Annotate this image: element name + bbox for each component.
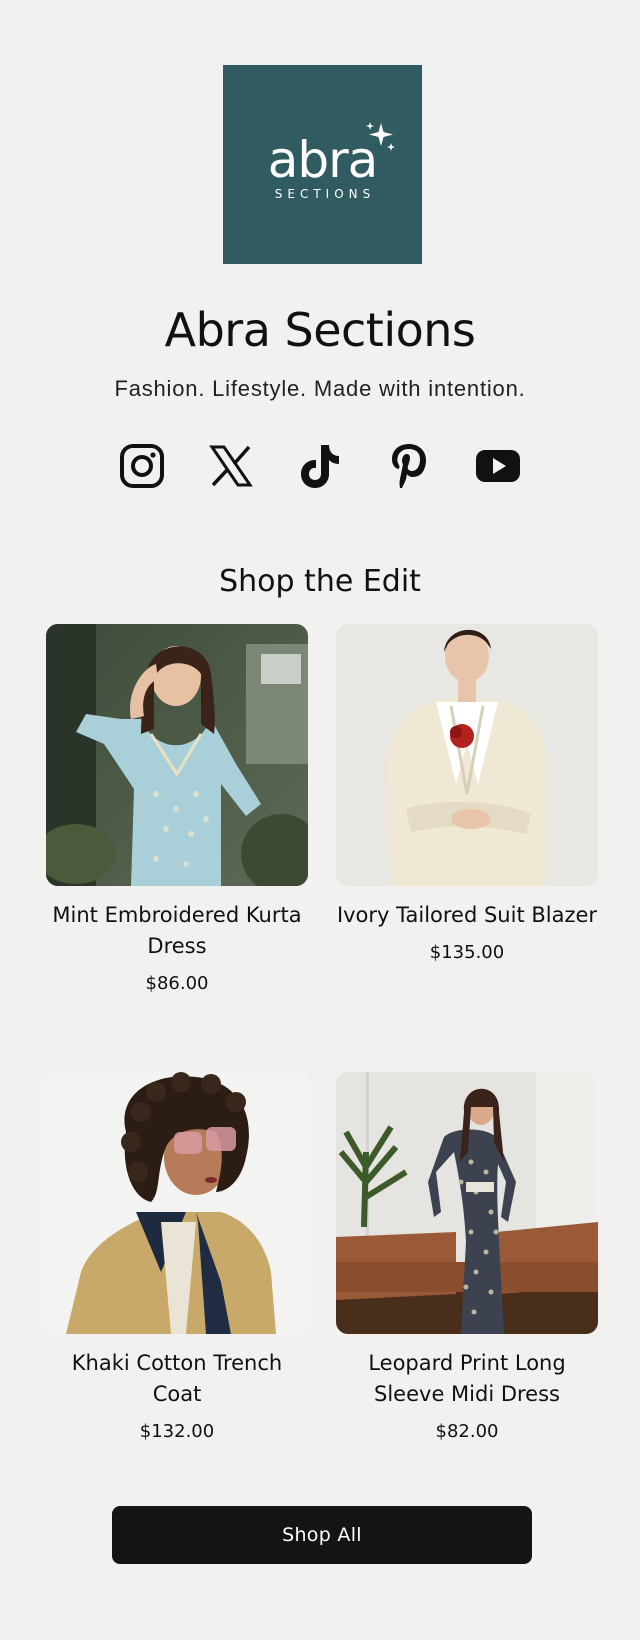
sparkle-icon: [366, 121, 396, 151]
product-photo-kurta: [46, 624, 308, 886]
youtube-icon: [476, 450, 520, 482]
product-name[interactable]: Khaki Cotton Trench Coat: [46, 1348, 308, 1410]
shop-all-button[interactable]: Shop All: [112, 1506, 532, 1564]
instagram-icon: [120, 444, 164, 488]
product-image[interactable]: [46, 624, 308, 886]
tiktok-icon: [301, 445, 339, 488]
product-price: $82.00: [435, 1421, 499, 1442]
product-photo-trench: [46, 1072, 308, 1334]
product-name[interactable]: Mint Embroidered Kurta Dress: [46, 900, 308, 962]
youtube-link[interactable]: [454, 440, 543, 492]
section-title: Shop the Edit: [219, 564, 421, 599]
brand-title: Abra Sections: [164, 303, 476, 357]
product-photo-leopard-dress: [336, 1072, 598, 1334]
product-name[interactable]: Leopard Print Long Sleeve Midi Dress: [336, 1348, 598, 1410]
product-price: $86.00: [145, 973, 209, 994]
pinterest-link[interactable]: [365, 440, 454, 492]
x-icon: [209, 445, 253, 487]
product-card[interactable]: Leopard Print Long Sleeve Midi Dress $82…: [336, 1072, 598, 1444]
pinterest-icon: [392, 444, 426, 488]
brand-tagline: Fashion. Lifestyle. Made with intention.: [114, 376, 526, 401]
tiktok-link[interactable]: [276, 440, 365, 492]
product-card[interactable]: Ivory Tailored Suit Blazer $135.00: [336, 624, 598, 965]
product-price: $135.00: [429, 942, 505, 963]
instagram-link[interactable]: [98, 440, 187, 492]
social-links: [0, 440, 640, 492]
page: abra SECTIONS Abra Sections Fashion. Lif…: [0, 0, 640, 1640]
product-card[interactable]: Mint Embroidered Kurta Dress $86.00: [46, 624, 308, 996]
x-link[interactable]: [187, 440, 276, 492]
product-name[interactable]: Ivory Tailored Suit Blazer: [336, 900, 598, 931]
logo-wordmark: abra: [268, 121, 396, 185]
product-image[interactable]: [336, 624, 598, 886]
brand-logo[interactable]: abra SECTIONS: [223, 65, 422, 264]
product-image[interactable]: [336, 1072, 598, 1334]
product-image[interactable]: [46, 1072, 308, 1334]
product-photo-blazer: [336, 624, 598, 886]
logo-subtitle: SECTIONS: [274, 186, 376, 201]
product-card[interactable]: Khaki Cotton Trench Coat $132.00: [46, 1072, 308, 1444]
product-price: $132.00: [139, 1421, 215, 1442]
